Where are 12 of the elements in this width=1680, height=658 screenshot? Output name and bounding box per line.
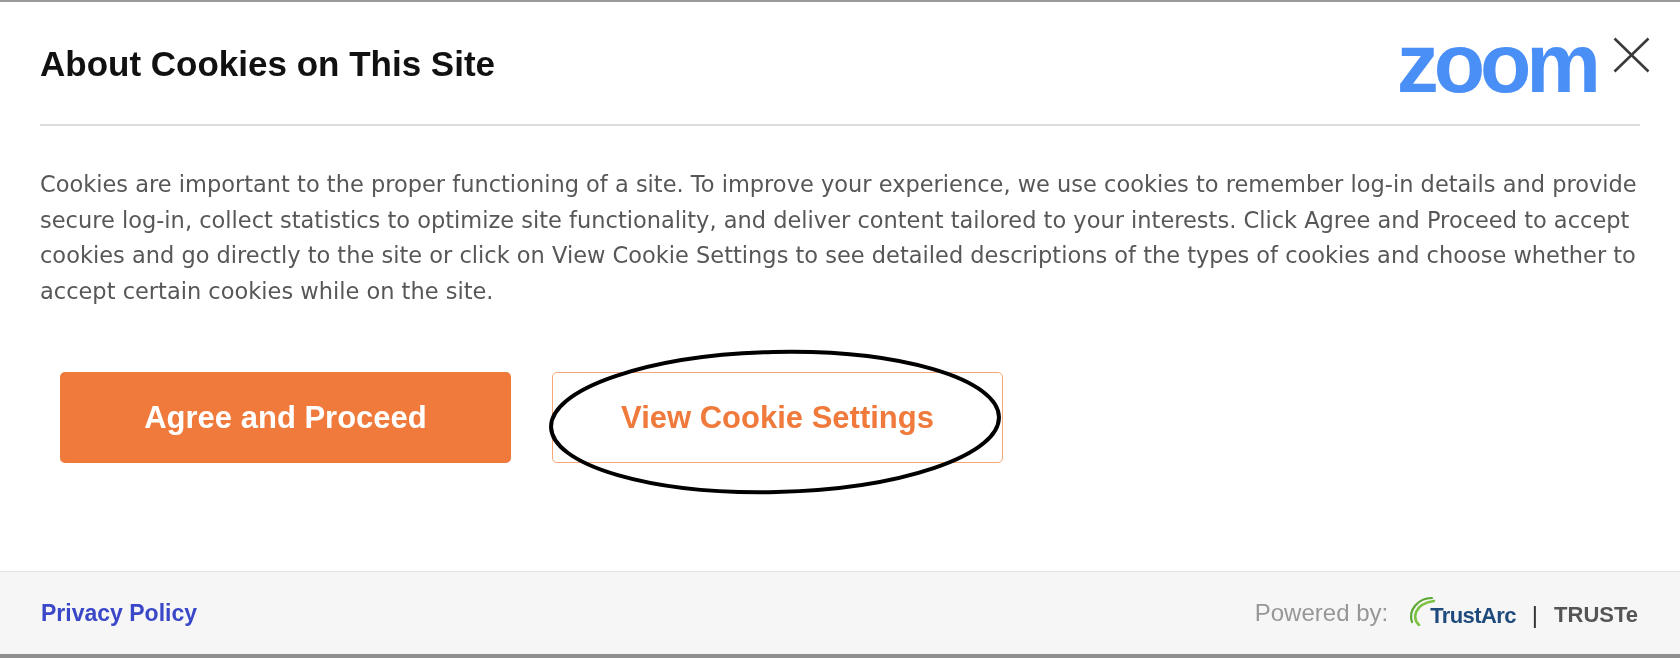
brand-logo-text: TRUSTe	[1554, 602, 1638, 628]
cookie-description: Cookies are important to the proper functioning of a site. To improve your experience, we use cookies to remember log-in details and provide secure log-in, collect statistics to optimize site functionality, and deliver content tailored to your interests. Click Agree and Proceed to accept cookies and go directly to the site or click on View Cookie Settings to see detailed descriptions of the types of cookies and choose whether to accept certain cookies while on the site.	[40, 170, 1638, 306]
separator-text: |	[1531, 601, 1539, 629]
brand-logo-text: TrustArc	[1430, 603, 1516, 629]
close-icon	[1613, 37, 1650, 73]
powered-by-label: Powered by:	[1254, 599, 1389, 627]
logo-wordmark: zoom	[1396, 33, 1596, 93]
close-button[interactable]	[1613, 37, 1650, 73]
accept-button[interactable]: Agree and Proceed	[60, 372, 511, 464]
settings-button[interactable]: View Cookie Settings	[552, 372, 1003, 464]
dialog-title: About Cookies on This Site	[40, 43, 497, 85]
privacy-policy-link[interactable]: Privacy Policy	[41, 599, 197, 627]
